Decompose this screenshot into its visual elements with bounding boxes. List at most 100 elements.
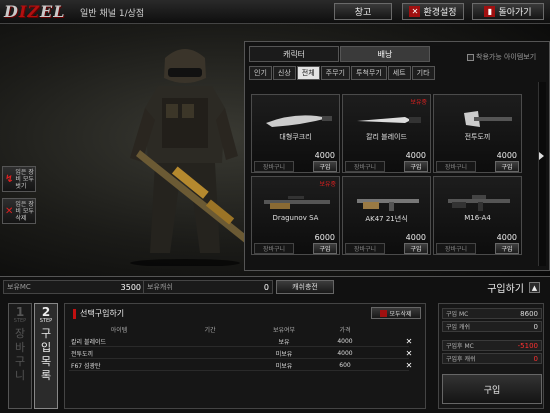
col-item: 아이템 [110, 326, 128, 334]
game-logo: DIZEL [4, 2, 66, 21]
item-buy-button[interactable]: 구입 [495, 243, 519, 254]
tab-category[interactable]: 주무기 [320, 66, 350, 80]
tab-category[interactable]: 기타 [411, 66, 435, 80]
shop-panel: 캐릭터 배낭 착용가능 아이템보기 인기 신상 전체 주무기 투척무기 세트 기타 대형쿠크… [244, 41, 550, 271]
undress-all-button[interactable]: ↯ 입은 장비 모두 벗기 [2, 166, 36, 192]
row-owned: 미보유 [275, 351, 293, 358]
item-buy-button[interactable]: 구입 [404, 243, 428, 254]
shop-item-card[interactable]: M16-A4 4000 장바구니 구입 [433, 176, 522, 255]
charge-cash-button[interactable]: 캐쉬충전 [276, 280, 334, 294]
step-title: 구입목록 [40, 327, 52, 382]
channel-label: 일반 채널 1/상점 [80, 9, 145, 19]
item-buy-button[interactable]: 구입 [495, 161, 519, 172]
category-tabs: 인기 신상 전체 주무기 투척무기 세트 기타 [249, 66, 435, 80]
soldier-character [130, 49, 250, 266]
close-icon[interactable]: ▲ [529, 281, 540, 293]
item-name: 칼리 블레이드 [366, 133, 407, 141]
add-to-cart-button[interactable]: 장바구니 [345, 161, 385, 172]
back-label: 돌아가기 [498, 8, 532, 18]
mc-balance: 보유MC 3500 [3, 280, 145, 294]
summary-value: 0 [533, 354, 538, 363]
item-buy-button[interactable]: 구입 [313, 161, 337, 172]
purchase-list: 선택구입하기 모두삭제 아이템 기간 보유여부 가격 칼리 블레이드 보유 4000… [64, 303, 426, 409]
row-price: 4000 [337, 338, 353, 345]
row-price: 4000 [337, 350, 353, 357]
delete-all-equipped-button[interactable]: ✕ 입은 장비 모두 삭제 [2, 198, 36, 224]
item-price: 4000 [496, 151, 517, 160]
summary-label: 구입 캐쉬 [446, 324, 470, 331]
filter-checkbox[interactable] [467, 53, 474, 61]
step-title: 장바구니 [14, 327, 26, 382]
tab-category[interactable]: 투척무기 [351, 66, 387, 80]
tab-character[interactable]: 캐릭터 [249, 46, 339, 62]
shop-item-card[interactable]: 대형쿠크리 4000 장바구니 구입 [251, 94, 340, 173]
title-marker [73, 308, 76, 319]
weapon-image [264, 196, 330, 209]
warehouse-button[interactable]: 창고 [334, 3, 392, 20]
purchase-title-label: 구입하기 [487, 283, 524, 295]
weapon-image [357, 117, 421, 123]
shop-item-card[interactable]: AK47 21년식 4000 장바구니 구입 [342, 176, 431, 255]
summary-label: 구입 MC [446, 311, 469, 318]
cash-value: 0 [263, 282, 269, 292]
shop-scrollbar[interactable] [538, 82, 546, 266]
tab-category[interactable]: 신상 [272, 66, 296, 80]
list-header: 아이템 기간 보유여부 가격 [69, 323, 423, 335]
filter-label: 착용가능 아이템보기 [476, 53, 537, 61]
delete-all-button[interactable]: 모두삭제 [371, 307, 421, 319]
settings-button[interactable]: ✕ 환경설정 [402, 3, 464, 20]
summary-row: 구입후 MC -5100 [442, 340, 542, 351]
add-to-cart-button[interactable]: 장바구니 [345, 243, 385, 254]
step-purchase-list[interactable]: 2 STEP 구입목록 [34, 303, 58, 409]
summary-row: 구입 캐쉬 0 [442, 321, 542, 332]
step-cart[interactable]: 1 STEP 장바구니 [8, 303, 32, 409]
list-row: 전투도끼 미보유 4000 ✕ [69, 349, 412, 359]
remove-row-icon[interactable]: ✕ [405, 349, 413, 358]
item-buy-button[interactable]: 구입 [404, 161, 428, 172]
item-price: 6000 [314, 233, 335, 242]
scroll-arrow-icon[interactable] [539, 152, 544, 160]
list-row: 칼리 블레이드 보유 4000 ✕ [69, 337, 412, 347]
row-item: 칼리 블레이드 [71, 339, 107, 346]
item-name: 전투도끼 [464, 133, 491, 141]
tab-backpack[interactable]: 배낭 [340, 46, 430, 62]
summary-row: 구입 MC 8600 [442, 308, 542, 319]
step-number: 1 [15, 305, 25, 319]
item-buy-button[interactable]: 구입 [313, 243, 337, 254]
owned-badge: 보유중 [319, 181, 336, 188]
add-to-cart-button[interactable]: 장바구니 [436, 243, 476, 254]
undress-label: 입은 장비 모두 벗기 [15, 168, 34, 190]
item-price: 4000 [405, 151, 426, 160]
list-title-label: 선택구입하기 [80, 309, 125, 318]
weapon-image [357, 199, 419, 211]
wearable-filter[interactable]: 착용가능 아이템보기 [467, 52, 536, 62]
settings-icon: ✕ [409, 6, 421, 17]
tab-category[interactable]: 인기 [249, 66, 272, 80]
remove-row-icon[interactable]: ✕ [405, 337, 413, 346]
buy-button[interactable]: 구입 [442, 374, 542, 404]
add-to-cart-button[interactable]: 장바구니 [436, 161, 476, 172]
back-button[interactable]: ▮ 돌아가기 [472, 3, 544, 20]
tab-category[interactable]: 전체 [296, 66, 320, 80]
delete-all-icon [380, 309, 388, 317]
cash-label: 보유캐쉬 [147, 283, 173, 291]
item-name: M16-A4 [464, 214, 491, 222]
tab-backpack-label: 배낭 [377, 49, 393, 59]
col-period: 기간 [204, 326, 216, 334]
add-to-cart-button[interactable]: 장바구니 [254, 161, 294, 172]
col-owned: 보유여부 [272, 326, 296, 334]
summary-label: 구입후 MC [446, 343, 474, 350]
remove-row-icon[interactable]: ✕ [405, 361, 413, 370]
item-name: AK47 21년식 [365, 215, 408, 223]
shop-item-card[interactable]: 보유중 Dragunov SA 6000 장바구니 구입 [251, 176, 340, 255]
warehouse-label: 창고 [354, 8, 372, 18]
tab-category[interactable]: 세트 [387, 66, 411, 80]
add-to-cart-button[interactable]: 장바구니 [254, 243, 294, 254]
top-bar: DIZEL 일반 채널 1/상점 창고 ✕ 환경설정 ▮ 돌아가기 [0, 0, 550, 24]
row-owned: 미보유 [275, 363, 293, 370]
mc-label: 보유MC [7, 283, 31, 291]
weapon-image [464, 111, 512, 127]
item-name: Dragunov SA [272, 214, 319, 222]
shop-item-card[interactable]: 전투도끼 4000 장바구니 구입 [433, 94, 522, 173]
shop-item-card[interactable]: 보유중 칼리 블레이드 4000 장바구니 구입 [342, 94, 431, 173]
